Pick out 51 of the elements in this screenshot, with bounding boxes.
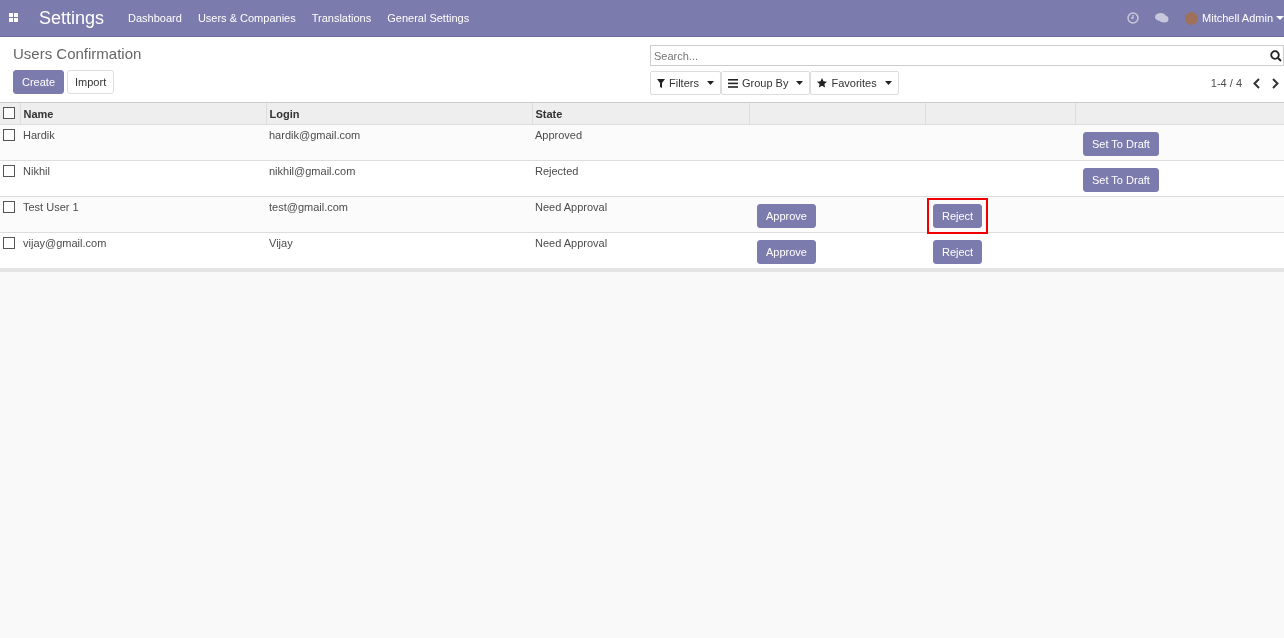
approve-button[interactable]: Approve — [757, 204, 816, 228]
menu-item[interactable]: General Settings — [387, 12, 470, 24]
caret-icon[interactable] — [1276, 15, 1284, 21]
table-cell: Need Approval — [535, 201, 608, 213]
funnel-icon — [657, 78, 665, 88]
apps-grid-icon[interactable] — [9, 13, 19, 23]
table-cell: Need Approval — [535, 237, 608, 249]
table-cell: Vijay — [269, 237, 293, 249]
list-icon — [727, 78, 738, 88]
row-checkbox[interactable] — [3, 237, 15, 249]
filter-dropdown[interactable]: Favorites — [810, 71, 899, 95]
filter-dropdown[interactable]: Group By — [720, 71, 811, 95]
draft-button[interactable]: Set To Draft — [1083, 168, 1159, 192]
caret-icon — [706, 81, 714, 85]
caret-icon — [884, 81, 892, 85]
reject-button[interactable]: Reject — [933, 240, 983, 264]
menu-item[interactable]: Users & Companies — [197, 12, 296, 24]
row-checkbox[interactable] — [3, 129, 15, 141]
table-cell: Nikhil — [23, 165, 50, 177]
table-cell: Test User 1 — [23, 201, 79, 213]
star-icon — [817, 78, 828, 88]
page-title: Users Confirmation — [13, 45, 142, 62]
search-icon[interactable] — [1270, 50, 1282, 62]
row-checkbox[interactable] — [3, 201, 15, 213]
menu-item[interactable]: Dashboard — [128, 12, 182, 24]
approve-button[interactable]: Approve — [757, 240, 816, 264]
user-menu[interactable]: Mitchell Admin — [1202, 12, 1273, 24]
table-cell: vijay@gmail.com — [23, 237, 107, 249]
draft-button[interactable]: Set To Draft — [1083, 132, 1159, 156]
reject-button[interactable]: Reject — [933, 204, 983, 228]
chevron-right-icon[interactable] — [1272, 77, 1279, 89]
import-button[interactable]: Import — [67, 70, 115, 94]
column-header[interactable]: Name — [20, 103, 266, 125]
row-checkbox[interactable] — [3, 165, 15, 177]
filter-dropdown[interactable]: Filters — [650, 71, 721, 95]
table-cell: Hardik — [23, 129, 55, 141]
search-field[interactable]: Search... — [650, 45, 1284, 66]
chevron-left-icon[interactable] — [1253, 77, 1260, 89]
pager-value: 1-4 / 4 — [1210, 77, 1242, 89]
table-cell: hardik@gmail.com — [269, 129, 361, 141]
column-header[interactable]: Login — [266, 103, 532, 125]
caret-icon — [796, 81, 804, 85]
table-cell: nikhil@gmail.com — [269, 165, 356, 177]
table-cell: test@gmail.com — [269, 201, 349, 213]
select-all-checkbox[interactable] — [3, 106, 15, 119]
app-title[interactable]: Settings — [39, 7, 105, 29]
table-cell: Rejected — [535, 165, 579, 177]
create-button[interactable]: Create — [13, 70, 65, 94]
table-cell: Approved — [535, 129, 583, 141]
column-header[interactable]: State — [532, 103, 749, 125]
menu-item[interactable]: Translations — [311, 12, 372, 24]
